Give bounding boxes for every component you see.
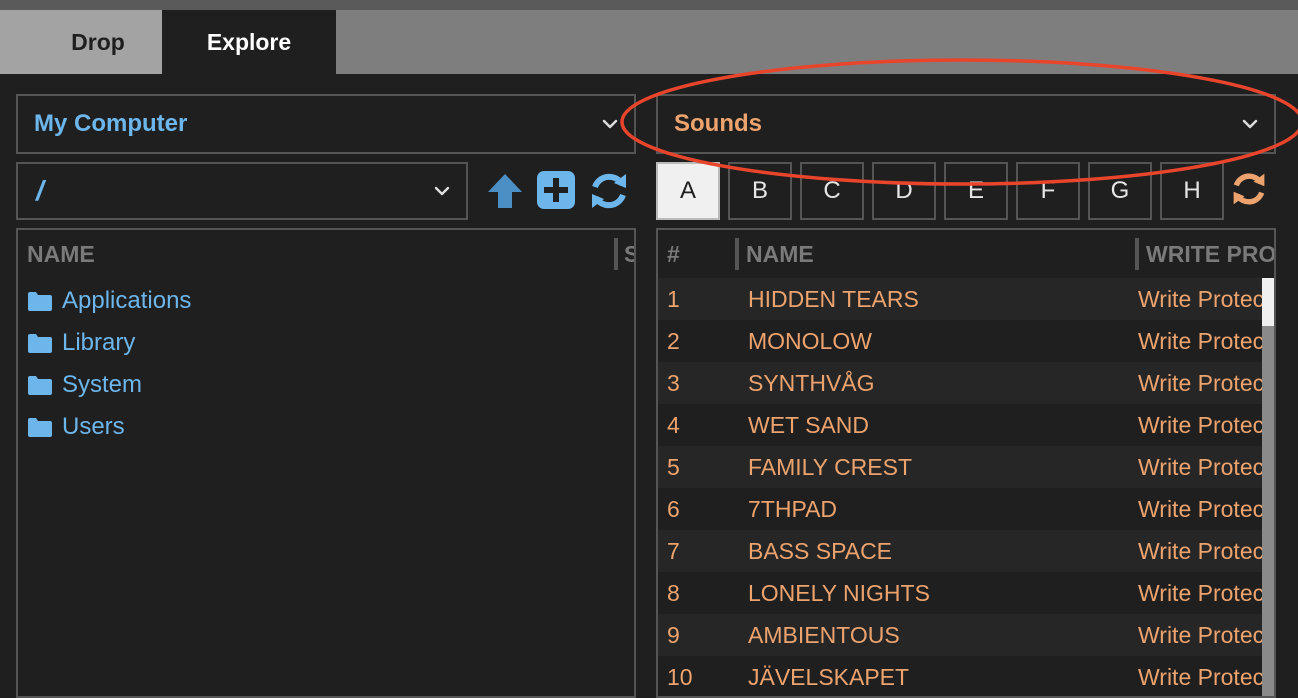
patch-name: SYNTHVÅG (748, 370, 875, 396)
slot-button-h[interactable]: H (1160, 162, 1224, 220)
folder-item[interactable]: Users (28, 406, 125, 448)
write-status: Write Protected (1138, 286, 1262, 312)
column-header-size[interactable]: S (624, 230, 634, 278)
location-select[interactable]: My Computer (16, 94, 636, 154)
row-number: 4 (667, 412, 680, 438)
folder-item[interactable]: System (28, 364, 142, 406)
patch-name: LONELY NIGHTS (748, 580, 930, 606)
table-row[interactable]: 9 AMBIENTOUS Write Protected (658, 614, 1262, 656)
folder-icon (28, 418, 52, 437)
write-status: Write Protected (1138, 496, 1262, 522)
write-status: Write Protected (1138, 580, 1262, 606)
table-row[interactable]: 10 JÄVELSKAPET Write Protected (658, 656, 1262, 696)
bank-select[interactable]: Sounds (656, 94, 1276, 154)
write-status: Write Protected (1138, 370, 1262, 396)
write-status: Write Protected (1138, 412, 1262, 438)
table-row[interactable]: 2 MONOLOW Write Protected (658, 320, 1262, 362)
row-number: 9 (667, 622, 680, 648)
path-select[interactable]: / (16, 162, 468, 220)
row-number: 5 (667, 454, 680, 480)
bank-select-value: Sounds (674, 110, 762, 137)
path-select-value: / (36, 175, 44, 206)
row-number: 2 (667, 328, 680, 354)
table-row[interactable]: 1 HIDDEN TEARS Write Protected (658, 278, 1262, 320)
location-select-value: My Computer (34, 110, 188, 137)
write-status: Write Protected (1138, 622, 1262, 648)
slot-button-d[interactable]: D (872, 162, 936, 220)
table-row[interactable]: 6 7THPAD Write Protected (658, 488, 1262, 530)
column-header-number[interactable]: # (667, 230, 680, 278)
slot-button-g[interactable]: G (1088, 162, 1152, 220)
row-number: 7 (667, 538, 680, 564)
scrollbar-thumb[interactable] (1262, 278, 1274, 326)
write-status: Write Protected (1138, 328, 1262, 354)
arrow-up-icon[interactable] (484, 170, 526, 212)
column-divider[interactable] (1135, 238, 1139, 270)
column-header-name[interactable]: NAME (27, 230, 95, 278)
folder-label: Users (62, 413, 125, 440)
chevron-down-icon (434, 186, 450, 196)
row-number: 6 (667, 496, 680, 522)
row-number: 3 (667, 370, 680, 396)
patch-name: 7THPAD (748, 496, 838, 522)
table-row[interactable]: 3 SYNTHVÅG Write Protected (658, 362, 1262, 404)
table-row[interactable]: 5 FAMILY CREST Write Protected (658, 446, 1262, 488)
table-row[interactable]: 8 LONELY NIGHTS Write Protected (658, 572, 1262, 614)
folder-item[interactable]: Library (28, 322, 135, 364)
folder-label: Library (62, 329, 136, 356)
window-top-strip (0, 0, 1298, 10)
slot-button-e[interactable]: E (944, 162, 1008, 220)
folder-label: Applications (62, 287, 192, 314)
column-divider[interactable] (735, 238, 739, 270)
patch-list-panel: # NAME WRITE PRO 1 HIDDEN TEARS Write Pr… (656, 228, 1276, 698)
patch-name: WET SAND (748, 412, 869, 438)
tab-explore[interactable]: Explore (162, 10, 336, 74)
patch-name: MONOLOW (748, 328, 872, 354)
file-browser-panel: NAME S Applications Library System Users (16, 228, 636, 698)
row-number: 8 (667, 580, 680, 606)
refresh-icon[interactable] (588, 170, 630, 212)
write-status: Write Protected (1138, 538, 1262, 564)
row-number: 1 (667, 286, 680, 312)
slot-button-a[interactable]: A (656, 162, 720, 220)
slot-button-b[interactable]: B (728, 162, 792, 220)
row-number: 10 (667, 664, 693, 690)
column-header-write-protect[interactable]: WRITE PRO (1146, 230, 1274, 278)
folder-item[interactable]: Applications (28, 280, 191, 322)
column-header-name[interactable]: NAME (746, 230, 814, 278)
folder-icon (28, 376, 52, 395)
chevron-down-icon (602, 119, 618, 129)
folder-label: System (62, 371, 143, 398)
scrollbar-track[interactable] (1262, 278, 1274, 696)
write-status: Write Protected (1138, 664, 1262, 690)
patch-name: HIDDEN TEARS (748, 286, 919, 312)
patch-name: BASS SPACE (748, 538, 893, 564)
plus-square-icon[interactable] (536, 170, 576, 210)
table-row[interactable]: 7 BASS SPACE Write Protected (658, 530, 1262, 572)
write-status: Write Protected (1138, 454, 1262, 480)
tab-drop[interactable]: Drop (0, 10, 162, 74)
patch-name: FAMILY CREST (748, 454, 913, 480)
patch-name: AMBIENTOUS (748, 622, 900, 648)
chevron-down-icon (1242, 119, 1258, 129)
column-divider[interactable] (614, 238, 618, 270)
patch-name: JÄVELSKAPET (748, 664, 910, 690)
slot-button-f[interactable]: F (1016, 162, 1080, 220)
folder-icon (28, 334, 52, 353)
table-row[interactable]: 4 WET SAND Write Protected (658, 404, 1262, 446)
slot-button-c[interactable]: C (800, 162, 864, 220)
folder-icon (28, 292, 52, 311)
refresh-icon[interactable] (1230, 170, 1268, 208)
